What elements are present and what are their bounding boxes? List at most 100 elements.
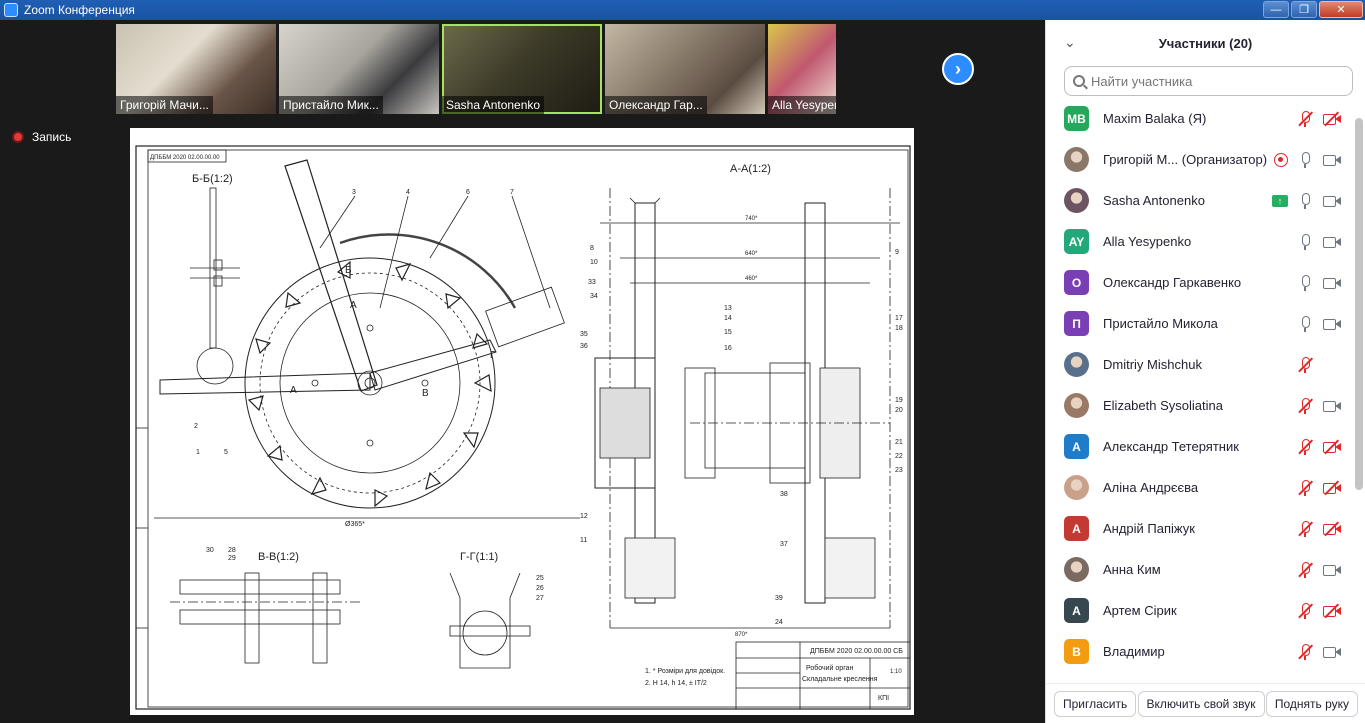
minimize-button[interactable]: — — [1263, 1, 1289, 18]
participant-row[interactable]: В Владимир — [1046, 631, 1354, 672]
camera-off-icon[interactable] — [1322, 479, 1342, 497]
participant-row[interactable]: Аліна Андрєєва — [1046, 467, 1354, 508]
participant-row[interactable]: П Пристайло Микола — [1046, 303, 1354, 344]
participant-name: Артем Сірик — [1103, 603, 1177, 618]
mic-muted-icon[interactable] — [1296, 397, 1314, 415]
mic-icon[interactable] — [1296, 192, 1314, 210]
participant-status-icons — [1296, 549, 1354, 590]
technical-drawing: ДПББМ 2020 02.00.00.00 Б-Б(1:2) Г А А Б … — [135, 145, 911, 710]
scrollbar[interactable] — [1355, 118, 1363, 490]
leader-label: 2 — [194, 423, 198, 430]
participant-status-icons — [1296, 303, 1354, 344]
maximize-button[interactable]: ❐ — [1291, 1, 1317, 18]
search-input[interactable] — [1091, 73, 1331, 89]
svg-text:Г: Г — [490, 350, 496, 361]
participant-row[interactable]: О Олександр Гаркавенко — [1046, 262, 1354, 303]
participant-name: Григорій М... (Организатор) — [1103, 152, 1268, 167]
svg-text:21: 21 — [895, 439, 903, 446]
recording-indicator[interactable]: Запись — [12, 130, 71, 144]
mic-muted-icon[interactable] — [1296, 561, 1314, 579]
participant-status-icons — [1274, 139, 1354, 180]
camera-icon[interactable] — [1322, 397, 1342, 415]
participant-name: Александр Тетерятник — [1103, 439, 1239, 454]
mic-muted-icon[interactable] — [1296, 602, 1314, 620]
participant-row[interactable]: А Артем Сірик — [1046, 590, 1354, 631]
leader-label: 3 — [352, 189, 356, 196]
mic-muted-icon[interactable] — [1296, 643, 1314, 661]
camera-off-icon[interactable] — [1322, 520, 1342, 538]
svg-text:26: 26 — [536, 585, 544, 592]
avatar — [1064, 393, 1089, 418]
participant-row[interactable]: MB Maxim Balaka (Я) — [1046, 98, 1354, 139]
camera-off-icon[interactable] — [1322, 110, 1342, 128]
unmute-button[interactable]: Включить свой звук — [1137, 690, 1265, 717]
camera-icon[interactable] — [1322, 233, 1342, 251]
mic-muted-icon[interactable] — [1296, 520, 1314, 538]
avatar: А — [1064, 516, 1089, 541]
svg-text:8: 8 — [590, 245, 594, 252]
video-thumbnail[interactable]: Григорій Мачи... — [116, 24, 276, 114]
mic-muted-icon[interactable] — [1296, 438, 1314, 456]
thumbnail-name: Пристайло Мик... — [279, 96, 383, 114]
leader-label: 4 — [406, 189, 410, 196]
camera-icon[interactable] — [1322, 643, 1342, 661]
aa-dimension: 870* — [735, 632, 748, 638]
camera-icon[interactable] — [1322, 561, 1342, 579]
participant-row[interactable]: Sasha Antonenko ↑ — [1046, 180, 1354, 221]
participants-panel: ⌄ Участники (20) MB Maxim Balaka (Я) Григо… — [1045, 20, 1365, 723]
chevron-down-icon[interactable]: ⌄ — [1064, 34, 1076, 51]
title-block: ДПББМ 2020 02.00.00.00 СБ Робочий орган … — [735, 641, 911, 710]
mic-icon[interactable] — [1296, 151, 1314, 169]
participant-status-icons — [1296, 385, 1354, 426]
camera-icon[interactable] — [1322, 315, 1342, 333]
mic-icon[interactable] — [1296, 274, 1314, 292]
camera-icon[interactable] — [1322, 192, 1342, 210]
mic-muted-icon[interactable] — [1296, 479, 1314, 497]
camera-off-icon[interactable] — [1322, 602, 1342, 620]
video-thumbnail[interactable]: Пристайло Мик... — [279, 24, 439, 114]
participant-row[interactable]: Dmitriy Mishchuk — [1046, 344, 1354, 385]
camera-off-icon[interactable] — [1322, 438, 1342, 456]
participant-name: Андрій Папіжук — [1103, 521, 1195, 536]
participant-row[interactable]: А Андрій Папіжук — [1046, 508, 1354, 549]
panel-title: Участники (20) — [1158, 35, 1253, 51]
raise-hand-button[interactable]: Поднять руку — [1265, 690, 1358, 717]
mic-muted-icon[interactable] — [1296, 110, 1314, 128]
camera-icon[interactable] — [1322, 151, 1342, 169]
video-thumbnail-active[interactable]: Sasha Antonenko — [442, 24, 602, 114]
participant-status-icons — [1296, 262, 1354, 303]
svg-text:Б: Б — [345, 265, 352, 276]
close-button[interactable]: ✕ — [1319, 1, 1363, 18]
mic-icon[interactable] — [1296, 233, 1314, 251]
svg-text:13: 13 — [724, 305, 732, 312]
camera-icon[interactable] — [1322, 274, 1342, 292]
mic-muted-icon[interactable] — [1296, 356, 1314, 374]
next-videos-button[interactable]: › — [942, 53, 974, 85]
video-thumbnail[interactable]: Alla Yesypenko — [768, 24, 836, 114]
svg-text:15: 15 — [724, 329, 732, 336]
participant-status-icons — [1296, 467, 1354, 508]
participant-row[interactable]: AY Alla Yesypenko — [1046, 221, 1354, 262]
scale: 1:10 — [890, 669, 902, 675]
avatar — [1064, 188, 1089, 213]
invite-button[interactable]: Пригласить — [1054, 690, 1137, 717]
participant-row[interactable]: Анна Ким — [1046, 549, 1354, 590]
svg-text:12: 12 — [580, 513, 588, 520]
leader-label: 6 — [466, 189, 470, 196]
participant-row[interactable]: Григорій М... (Организатор) — [1046, 139, 1354, 180]
section-aa-label: А-А(1:2) — [730, 163, 771, 175]
participant-search[interactable] — [1064, 66, 1353, 96]
svg-text:А: А — [290, 385, 297, 396]
participant-row[interactable]: А Александр Тетерятник — [1046, 426, 1354, 467]
participant-name: Пристайло Микола — [1103, 316, 1218, 331]
svg-text:24: 24 — [775, 619, 783, 626]
mic-icon[interactable] — [1296, 315, 1314, 333]
svg-text:23: 23 — [895, 467, 903, 474]
svg-text:34: 34 — [590, 293, 598, 300]
participant-status-icons — [1296, 344, 1354, 385]
video-thumbnail[interactable]: Олександр Гар... — [605, 24, 765, 114]
thumbnail-name: Олександр Гар... — [605, 96, 707, 114]
participant-row[interactable]: Elizabeth Sysoliatina — [1046, 385, 1354, 426]
svg-text:20: 20 — [895, 407, 903, 414]
avatar — [1064, 475, 1089, 500]
